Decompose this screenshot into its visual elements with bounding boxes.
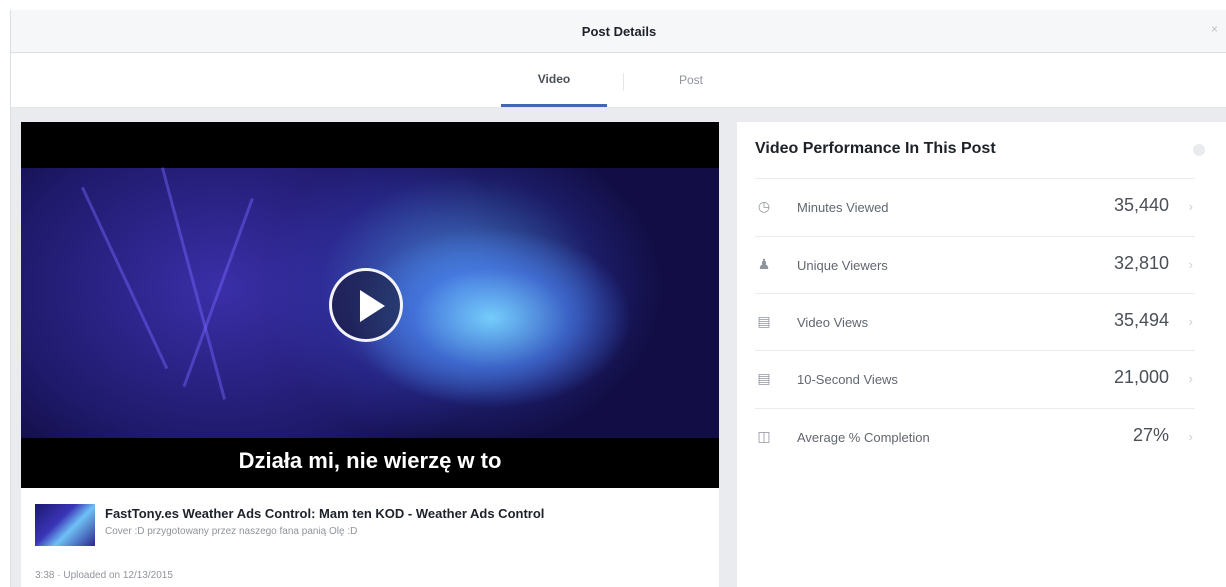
close-icon[interactable]: × [1211,23,1221,35]
metric-label: Minutes Viewed [797,200,889,215]
dialog-header: Post Details × [11,10,1226,53]
metric-value: 27% [1132,425,1169,445]
tab-divider [623,73,624,91]
settings-icon[interactable] [1193,144,1205,156]
metric-label: Video Views [797,315,869,330]
chevron-right-icon: › [1188,429,1193,444]
metric-row-10-second-views[interactable]: ▤ 10-Second Views 21,000 › [755,350,1195,408]
metric-row-video-views[interactable]: ▤ Video Views 35,494 › [755,293,1195,351]
clock-icon: ◷ [757,198,771,214]
chevron-right-icon: › [1188,314,1193,329]
metric-row-average-completion[interactable]: ◫ Average % Completion 27% › [755,408,1195,466]
chevron-right-icon: › [1188,199,1193,214]
dialog-title: Post Details [581,23,657,39]
tab-post[interactable]: Post [651,53,731,107]
content-area: Działa mi, nie wierzę w to FastTony.es W… [11,108,1226,587]
video-panel: Działa mi, nie wierzę w to FastTony.es W… [21,122,719,587]
performance-panel: Video Performance In This Post ◷ Minutes… [737,122,1226,587]
metric-label: Average % Completion [797,430,930,445]
video-title[interactable]: FastTony.es Weather Ads Control: Mam ten… [105,506,544,521]
post-details-dialog: Post Details × Video Post Działa mi, nie… [10,10,1226,587]
video-views-icon: ▤ [757,313,771,329]
play-icon [360,290,385,322]
performance-title: Video Performance In This Post [755,140,996,157]
metric-label: Unique Viewers [797,258,888,273]
video-description: Cover :D przygotowany przez naszego fana… [105,526,358,537]
metric-label: 10-Second Views [797,372,898,387]
metric-row-unique-viewers[interactable]: ♟ Unique Viewers 32,810 › [755,236,1195,294]
video-meta: 3:38 · Uploaded on 12/13/2015 [35,570,173,581]
scene-streak [182,198,254,387]
tab-video[interactable]: Video [501,53,607,107]
metric-value: 32,810 [1113,253,1169,273]
video-info: FastTony.es Weather Ads Control: Mam ten… [35,504,715,554]
metric-row-minutes-viewed[interactable]: ◷ Minutes Viewed 35,440 › [755,178,1195,236]
video-thumbnail[interactable] [35,504,95,546]
ten-second-views-icon: ▤ [757,370,771,386]
metric-value: 35,494 [1113,310,1169,330]
metric-value: 21,000 [1113,367,1169,387]
metric-value: 35,440 [1113,195,1169,215]
completion-icon: ◫ [757,428,771,444]
tab-bar: Video Post [11,53,1226,108]
person-icon: ♟ [757,256,771,272]
video-subtitle: Działa mi, nie wierzę w to [238,448,502,473]
chevron-right-icon: › [1188,371,1193,386]
play-button[interactable] [329,268,403,342]
scene-streak [81,186,169,370]
chevron-right-icon: › [1188,257,1193,272]
scene-streak [161,167,227,400]
video-player[interactable]: Działa mi, nie wierzę w to [21,122,719,488]
